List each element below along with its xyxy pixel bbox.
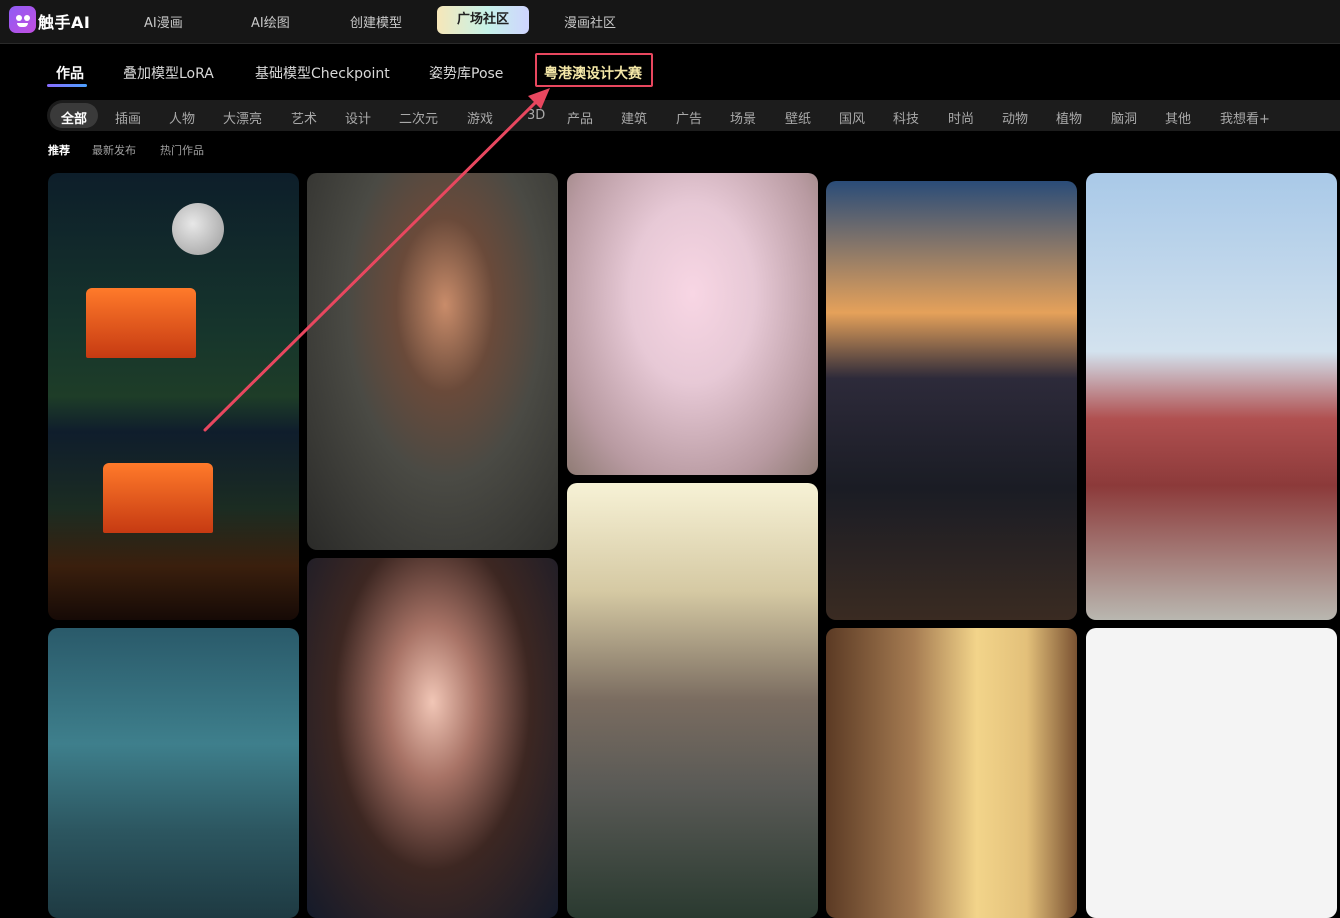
subtab-lora[interactable]: 叠加模型LoRA <box>123 63 214 83</box>
category-all[interactable]: 全部 <box>61 108 87 127</box>
gallery-card-fantasy-castle[interactable] <box>567 483 818 918</box>
subtab-active-indicator <box>47 84 87 87</box>
gallery-card-pavilion-moon[interactable] <box>48 173 299 620</box>
category-product[interactable]: 产品 <box>567 108 593 127</box>
subtab-checkpoint[interactable]: 基础模型Checkpoint <box>255 63 390 83</box>
category-advertising[interactable]: 广告 <box>676 108 702 127</box>
category-illustration[interactable]: 插画 <box>115 108 141 127</box>
category-request[interactable]: 我想看+ <box>1220 108 1270 127</box>
gallery-card-anime-girl-red-jacket[interactable] <box>1086 173 1337 620</box>
nav-item-comic-community[interactable]: 漫画社区 <box>564 12 616 31</box>
nav-item-square-community[interactable]: 广场社区 <box>437 6 530 34</box>
logo-eye-right <box>24 15 30 21</box>
gallery-card-city-street-cats[interactable] <box>826 181 1077 620</box>
nav-item-ai-comic[interactable]: AI漫画 <box>144 12 183 31</box>
category-technology[interactable]: 科技 <box>893 108 919 127</box>
brand-name[interactable]: 触手AI <box>38 9 90 33</box>
category-imagination[interactable]: 脑洞 <box>1111 108 1137 127</box>
logo-mouth <box>17 23 28 27</box>
category-beauty[interactable]: 大漂亮 <box>223 108 262 127</box>
subtab-design-contest[interactable]: 粤港澳设计大赛 <box>544 63 642 83</box>
moon-shape <box>172 203 224 255</box>
logo-eye-left <box>16 15 22 21</box>
category-fashion[interactable]: 时尚 <box>948 108 974 127</box>
logo-icon[interactable] <box>9 6 36 33</box>
category-art[interactable]: 艺术 <box>291 108 317 127</box>
subtab-works[interactable]: 作品 <box>56 63 84 83</box>
gallery-card-cozy-library-room[interactable] <box>826 628 1077 918</box>
gallery-card-underwater-city[interactable] <box>48 628 299 918</box>
nav-item-ai-drawing[interactable]: AI绘图 <box>251 12 290 31</box>
sort-recommended[interactable]: 推荐 <box>48 142 70 158</box>
category-game[interactable]: 游戏 <box>467 108 493 127</box>
category-people[interactable]: 人物 <box>169 108 195 127</box>
nav-item-create-model[interactable]: 创建模型 <box>350 12 402 31</box>
category-architecture[interactable]: 建筑 <box>621 108 647 127</box>
gallery-card-anime-bunny-girl[interactable] <box>567 173 818 475</box>
gallery-card-woman-portrait[interactable] <box>307 173 558 550</box>
gallery-card-chinese-traditional-woman[interactable] <box>1086 628 1337 918</box>
category-animals[interactable]: 动物 <box>1002 108 1028 127</box>
category-chinese-style[interactable]: 国风 <box>839 108 865 127</box>
category-wallpaper[interactable]: 壁纸 <box>785 108 811 127</box>
sort-latest[interactable]: 最新发布 <box>92 142 136 158</box>
sort-popular[interactable]: 热门作品 <box>160 142 204 158</box>
category-design[interactable]: 设计 <box>345 108 371 127</box>
subtab-pose[interactable]: 姿势库Pose <box>429 63 503 83</box>
pavilion-reflection-shape <box>103 463 213 533</box>
category-plants[interactable]: 植物 <box>1056 108 1082 127</box>
category-scene[interactable]: 场景 <box>730 108 756 127</box>
category-other[interactable]: 其他 <box>1165 108 1191 127</box>
top-navigation-bar: 触手AI AI漫画 AI绘图 创建模型 广场社区 漫画社区 <box>0 0 1340 44</box>
category-3d[interactable]: 3D <box>527 108 545 123</box>
category-anime[interactable]: 二次元 <box>399 108 438 127</box>
gallery-card-woman-long-hair[interactable] <box>307 558 558 918</box>
pavilion-shape <box>86 288 196 358</box>
